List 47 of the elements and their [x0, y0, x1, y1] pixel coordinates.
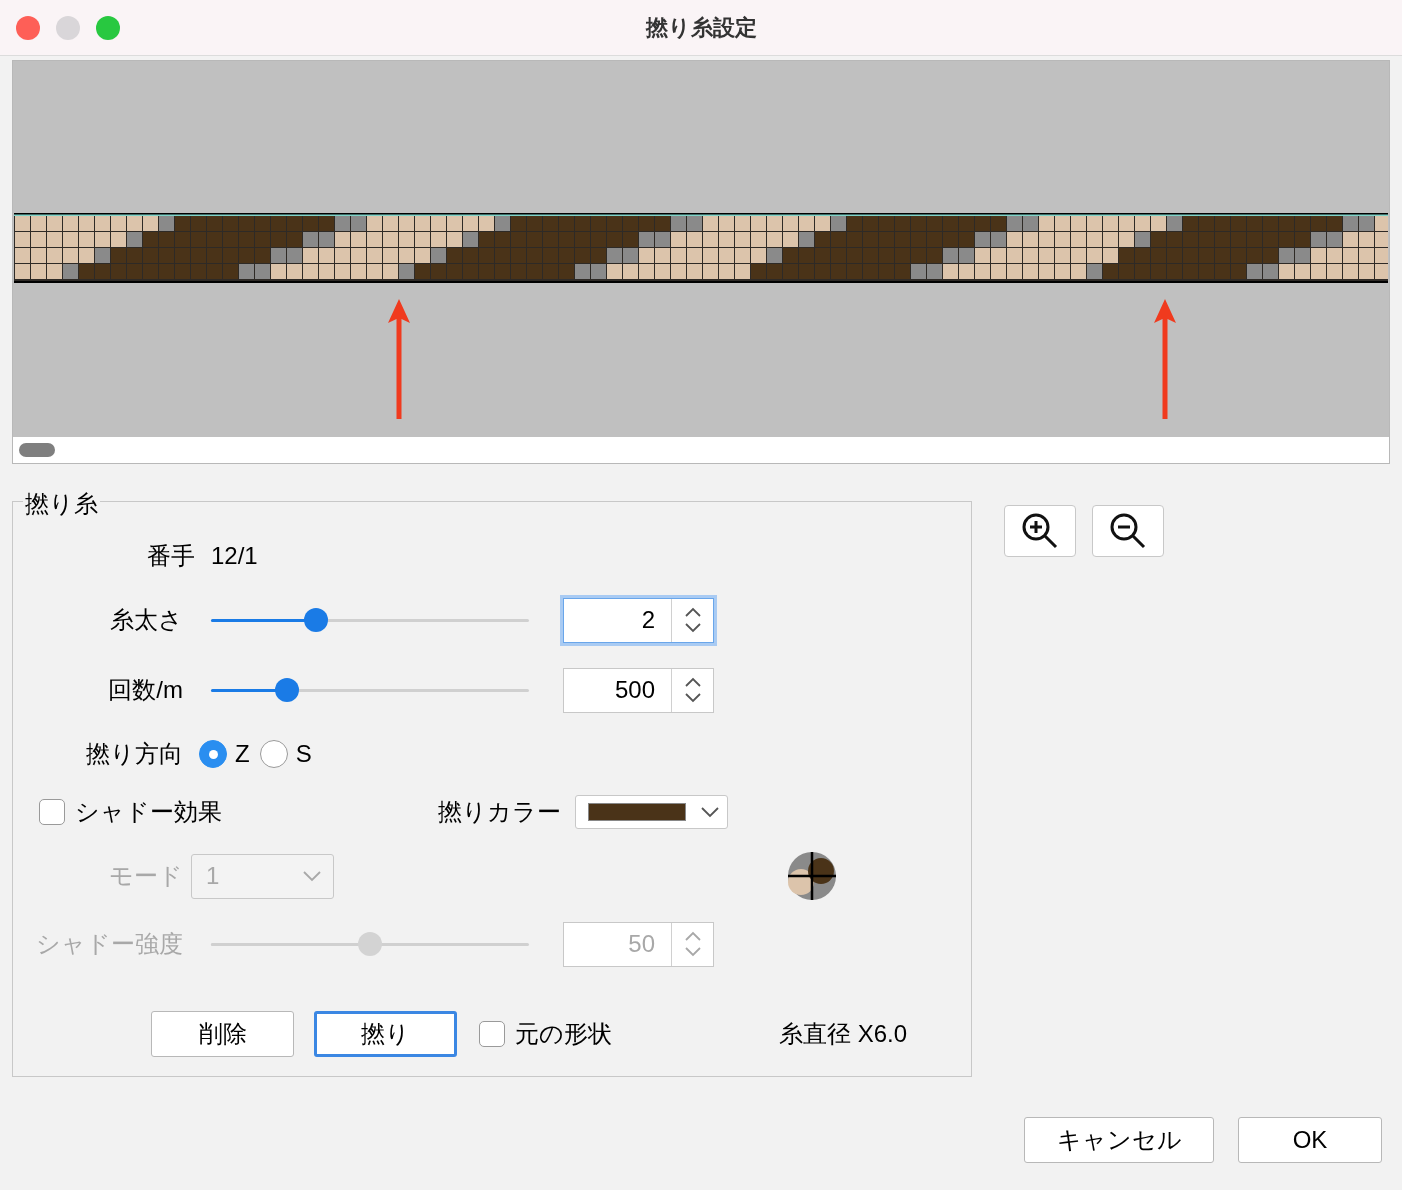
spinbox-value: 2	[640, 605, 656, 635]
spinbox-value: 50	[627, 929, 656, 959]
spinbox-value: 500	[613, 675, 656, 705]
field-label: 番手	[147, 541, 195, 571]
chevron-down-icon	[301, 869, 323, 883]
color-dropdown[interactable]	[575, 795, 728, 829]
zoom-in-icon	[1020, 511, 1060, 551]
zoom-icon[interactable]	[96, 16, 120, 40]
radio-label: Z	[235, 739, 250, 769]
field-label: 撚りカラー	[437, 797, 562, 827]
field-label: 回数/m	[107, 675, 184, 705]
number-spinbox[interactable]: 500	[563, 667, 714, 713]
field-label: シャドー強度	[35, 929, 184, 959]
radio-button[interactable]	[199, 740, 227, 768]
close-icon[interactable]	[16, 16, 40, 40]
chevron-down-icon	[699, 805, 721, 819]
slider-thumb[interactable]	[275, 678, 300, 702]
number-spinbox[interactable]: 2	[563, 597, 714, 643]
action-button[interactable]: 撚り	[314, 1011, 457, 1057]
stepper-arrows-icon[interactable]	[682, 605, 703, 635]
color-blend-icon	[786, 850, 838, 902]
slider[interactable]	[211, 608, 529, 632]
zoom-in-button[interactable]	[1004, 505, 1076, 557]
arrow-up-icon	[1153, 299, 1177, 419]
slider-thumb[interactable]	[303, 608, 328, 632]
zoom-out-icon	[1108, 511, 1148, 551]
dialog-button[interactable]: OK	[1238, 1117, 1382, 1163]
field-label: 糸太さ	[109, 605, 184, 635]
action-button[interactable]: 削除	[151, 1011, 294, 1057]
window-title: 撚り糸設定	[645, 14, 757, 42]
arrow-up-icon	[387, 299, 411, 419]
zoom-out-button[interactable]	[1092, 505, 1164, 557]
count-value: 12/1	[211, 541, 258, 571]
radio-label: S	[295, 739, 312, 769]
field-label: 撚り方向	[85, 739, 184, 769]
field-label: モード	[108, 861, 184, 891]
slider[interactable]	[211, 678, 529, 702]
dropdown-value: 1	[206, 861, 220, 891]
checkbox-label: シャドー効果	[75, 797, 222, 827]
checkbox[interactable]	[479, 1021, 505, 1047]
diameter-text: 糸直径 X6.0	[779, 1019, 908, 1049]
scrollbar-thumb[interactable]	[19, 443, 55, 457]
checkbox-label: 元の形状	[515, 1019, 612, 1049]
stepper-arrows-icon[interactable]	[682, 675, 703, 705]
radio-button[interactable]	[259, 740, 288, 768]
dialog-button[interactable]: キャンセル	[1024, 1117, 1214, 1163]
checkbox[interactable]	[39, 799, 65, 825]
